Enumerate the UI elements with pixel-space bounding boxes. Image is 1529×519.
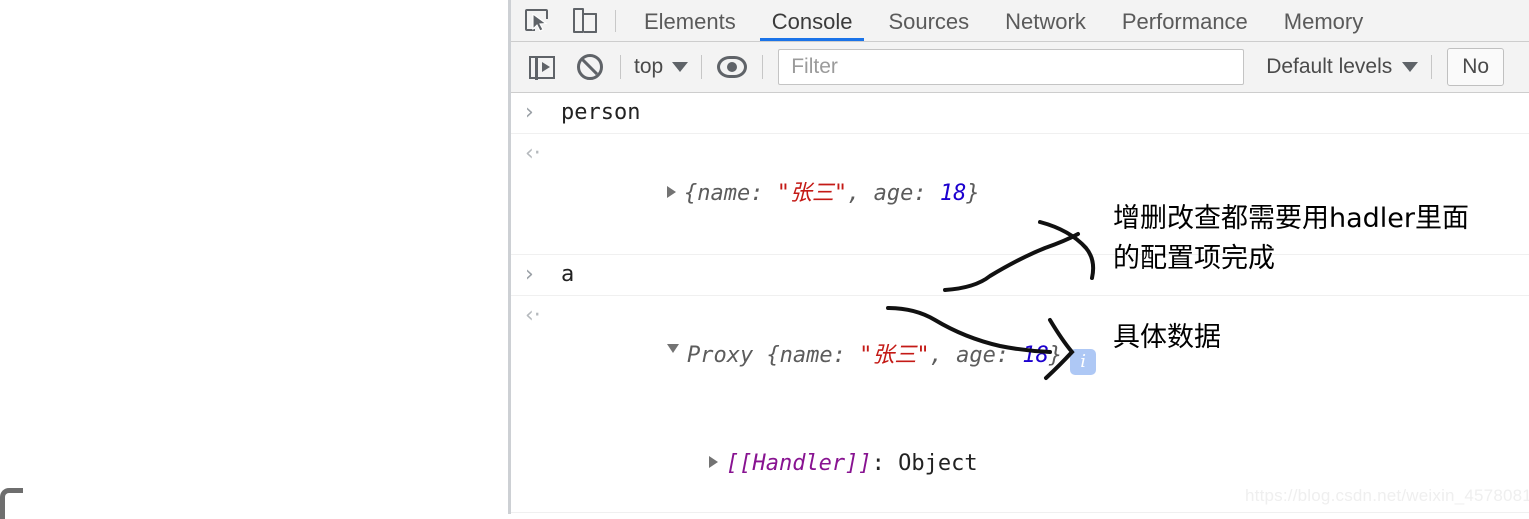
toolbar-divider-4 xyxy=(1431,55,1433,79)
console-sidebar-toggle-button[interactable] xyxy=(525,50,559,84)
clear-console-button[interactable] xyxy=(573,50,607,84)
property-key: [[Handler]] xyxy=(725,451,872,476)
console-input-text: person xyxy=(561,100,641,125)
console-toolbar: top Filter Default levels No xyxy=(511,42,1529,93)
expand-triangle-icon[interactable] xyxy=(666,186,676,198)
no-entry-icon xyxy=(577,54,603,80)
property-separator: : xyxy=(871,451,899,476)
object-preview-mid: , age: xyxy=(847,181,940,206)
toolbar-divider-1 xyxy=(620,55,621,79)
input-marker: › xyxy=(525,262,534,287)
web-page-viewport xyxy=(0,0,510,519)
number-value: 18 xyxy=(939,181,967,206)
tab-network[interactable]: Network xyxy=(987,1,1104,41)
inspect-element-button[interactable] xyxy=(519,6,557,36)
toolbar-divider-3 xyxy=(762,55,764,79)
console-input-row[interactable]: › a xyxy=(511,255,1529,296)
input-marker: › xyxy=(525,100,534,125)
console-output-row[interactable]: ‹· Proxy {name: "张三", age: 18} i xyxy=(511,296,1529,416)
tab-memory[interactable]: Memory xyxy=(1266,1,1381,41)
tab-elements[interactable]: Elements xyxy=(626,1,754,41)
tab-sources[interactable]: Sources xyxy=(870,1,987,41)
issues-button[interactable]: No xyxy=(1447,48,1505,86)
console-output-row[interactable]: ‹· {name: "张三", age: 18} xyxy=(511,134,1529,255)
sidebar-panel-icon xyxy=(529,55,555,80)
tab-console[interactable]: Console xyxy=(754,1,871,41)
devtools-panel: Elements Console Sources Network Perform… xyxy=(511,0,1529,516)
chevron-down-icon xyxy=(1402,62,1419,72)
proxy-preview-mid: , age: xyxy=(929,343,1023,368)
tabstrip-divider xyxy=(615,9,616,32)
console-output-object[interactable]: {name: "张三", age: 18} xyxy=(561,134,980,254)
toolbar-divider-2 xyxy=(701,55,703,79)
collapse-triangle-icon[interactable] xyxy=(666,344,679,359)
tab-performance[interactable]: Performance xyxy=(1104,1,1266,41)
output-marker: ‹· xyxy=(525,141,541,166)
string-value: "张三" xyxy=(776,181,848,206)
console-message-list[interactable]: › person ‹· {name: "张三", age: 18} › a ‹· xyxy=(511,93,1529,516)
property-value[interactable]: Object xyxy=(898,451,977,476)
info-icon[interactable]: i xyxy=(1070,349,1097,375)
device-toolbar-icon xyxy=(573,7,597,33)
filter-input[interactable]: Filter xyxy=(778,49,1245,85)
log-level-selector[interactable]: Default levels xyxy=(1266,55,1419,79)
console-output-proxy[interactable]: Proxy {name: "张三", age: 18} i xyxy=(561,296,1097,416)
chevron-down-icon xyxy=(672,62,689,72)
console-input-text: a xyxy=(561,262,575,287)
console-input-row[interactable]: › person xyxy=(511,93,1529,134)
expand-triangle-icon[interactable] xyxy=(708,456,718,468)
devtools-tab-strip: Elements Console Sources Network Perform… xyxy=(511,0,1529,42)
proxy-property-row[interactable]: [[Target]]: Object xyxy=(511,513,1529,516)
execution-context-selector[interactable]: top xyxy=(634,55,689,79)
toggle-device-toolbar-button[interactable] xyxy=(565,6,603,36)
proxy-preview-prefix: Proxy {name: xyxy=(686,343,860,368)
proxy-preview-suffix: } xyxy=(1048,343,1063,368)
inspect-cursor-icon xyxy=(525,8,550,33)
output-marker: ‹· xyxy=(525,303,541,328)
log-level-label: Default levels xyxy=(1266,55,1393,78)
object-preview-prefix: {name: xyxy=(683,181,777,206)
live-expression-button[interactable] xyxy=(715,55,749,79)
page-corner-glyph xyxy=(0,488,23,519)
object-preview-suffix: } xyxy=(966,181,980,206)
number-value: 18 xyxy=(1022,343,1049,368)
execution-context-label: top xyxy=(634,55,664,78)
string-value: "张三" xyxy=(859,343,930,368)
proxy-property-row[interactable]: [[Handler]]: Object xyxy=(511,416,1529,513)
